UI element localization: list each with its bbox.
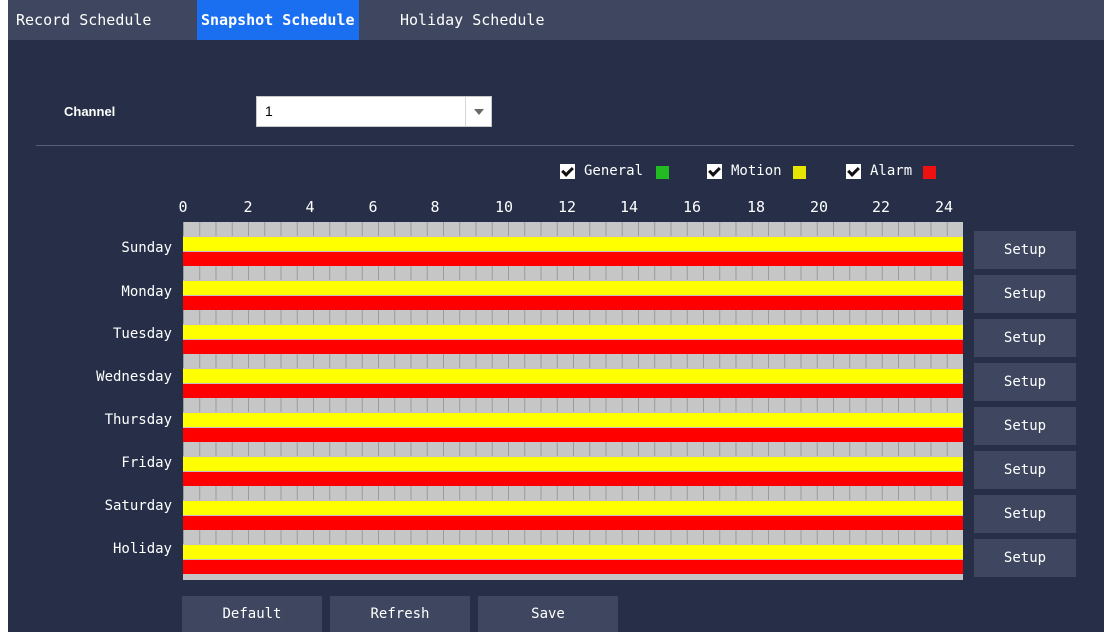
hour-tick: 12 bbox=[557, 198, 577, 216]
channel-value: 1 bbox=[265, 103, 273, 119]
motion-label: Motion bbox=[731, 163, 782, 179]
setup-button-tuesday[interactable]: Setup bbox=[974, 319, 1076, 357]
timeline-row-holiday[interactable] bbox=[183, 530, 963, 574]
motion-timeline[interactable] bbox=[183, 457, 963, 471]
timeline-row-wednesday[interactable] bbox=[183, 354, 963, 398]
hour-tick: 0 bbox=[178, 198, 188, 216]
channel-label: Channel bbox=[64, 104, 116, 119]
motion-timeline[interactable] bbox=[183, 281, 963, 295]
hour-tick: 22 bbox=[871, 198, 891, 216]
hour-tick: 18 bbox=[746, 198, 766, 216]
alarm-timeline[interactable] bbox=[183, 560, 963, 574]
motion-timeline[interactable] bbox=[183, 369, 963, 383]
motion-timeline[interactable] bbox=[183, 325, 963, 339]
channel-select[interactable]: 1 bbox=[256, 96, 492, 127]
tab-bar: Record Schedule Snapshot Schedule Holida… bbox=[8, 0, 1104, 40]
hour-tick: 16 bbox=[682, 198, 702, 216]
day-label-monday: Monday bbox=[121, 284, 172, 300]
motion-timeline[interactable] bbox=[183, 545, 963, 559]
day-label-saturday: Saturday bbox=[104, 498, 172, 514]
hour-tick: 20 bbox=[809, 198, 829, 216]
tab-snapshot-schedule[interactable]: Snapshot Schedule bbox=[197, 0, 359, 40]
alarm-timeline[interactable] bbox=[183, 252, 963, 266]
hour-tick: 24 bbox=[934, 198, 954, 216]
general-timeline[interactable] bbox=[183, 530, 963, 544]
alarm-color-swatch bbox=[923, 166, 936, 179]
schedule-panel: Record Schedule Snapshot Schedule Holida… bbox=[8, 0, 1104, 632]
day-label-holiday: Holiday bbox=[112, 541, 172, 557]
alarm-timeline[interactable] bbox=[183, 340, 963, 354]
setup-button-friday[interactable]: Setup bbox=[974, 451, 1076, 489]
motion-checkbox[interactable] bbox=[707, 164, 722, 179]
motion-timeline[interactable] bbox=[183, 237, 963, 251]
hour-tick: 14 bbox=[619, 198, 639, 216]
general-timeline[interactable] bbox=[183, 222, 963, 236]
day-label-sunday: Sunday bbox=[121, 240, 172, 256]
timeline-row-tuesday[interactable] bbox=[183, 310, 963, 354]
alarm-label: Alarm bbox=[870, 163, 913, 179]
tab-holiday-schedule[interactable]: Holiday Schedule bbox=[400, 0, 545, 40]
general-checkbox[interactable] bbox=[560, 164, 575, 179]
alarm-timeline[interactable] bbox=[183, 472, 963, 486]
timeline-row-friday[interactable] bbox=[183, 442, 963, 486]
motion-timeline[interactable] bbox=[183, 413, 963, 427]
general-timeline[interactable] bbox=[183, 486, 963, 500]
refresh-button[interactable]: Refresh bbox=[330, 596, 470, 632]
setup-button-sunday[interactable]: Setup bbox=[974, 231, 1076, 269]
chevron-down-icon[interactable] bbox=[465, 97, 491, 126]
setup-button-wednesday[interactable]: Setup bbox=[974, 363, 1076, 401]
general-timeline[interactable] bbox=[183, 354, 963, 368]
general-timeline[interactable] bbox=[183, 266, 963, 280]
alarm-timeline[interactable] bbox=[183, 516, 963, 530]
default-button[interactable]: Default bbox=[182, 596, 322, 632]
setup-button-holiday[interactable]: Setup bbox=[974, 539, 1076, 577]
day-label-thursday: Thursday bbox=[104, 412, 172, 428]
timeline-row-sunday[interactable] bbox=[183, 222, 963, 266]
setup-button-saturday[interactable]: Setup bbox=[974, 495, 1076, 533]
motion-timeline[interactable] bbox=[183, 501, 963, 515]
motion-color-swatch bbox=[793, 166, 806, 179]
general-label: General bbox=[584, 163, 644, 179]
tab-record-schedule[interactable]: Record Schedule bbox=[16, 0, 151, 40]
hour-tick: 6 bbox=[368, 198, 378, 216]
timeline-row-thursday[interactable] bbox=[183, 398, 963, 442]
day-label-tuesday: Tuesday bbox=[112, 326, 172, 342]
timeline-row-monday[interactable] bbox=[183, 266, 963, 310]
general-timeline[interactable] bbox=[183, 442, 963, 456]
general-timeline[interactable] bbox=[183, 398, 963, 412]
divider bbox=[36, 145, 1074, 146]
day-label-wednesday: Wednesday bbox=[96, 369, 172, 385]
schedule-timeline[interactable] bbox=[183, 222, 963, 580]
hour-tick: 8 bbox=[430, 198, 440, 216]
setup-button-thursday[interactable]: Setup bbox=[974, 407, 1076, 445]
alarm-timeline[interactable] bbox=[183, 296, 963, 310]
hour-tick: 4 bbox=[305, 198, 315, 216]
alarm-timeline[interactable] bbox=[183, 384, 963, 398]
hour-tick: 10 bbox=[494, 198, 514, 216]
alarm-checkbox[interactable] bbox=[846, 164, 861, 179]
day-label-friday: Friday bbox=[121, 455, 172, 471]
general-color-swatch bbox=[656, 166, 669, 179]
hour-tick: 2 bbox=[243, 198, 253, 216]
setup-button-monday[interactable]: Setup bbox=[974, 275, 1076, 313]
alarm-timeline[interactable] bbox=[183, 428, 963, 442]
timeline-row-saturday[interactable] bbox=[183, 486, 963, 530]
save-button[interactable]: Save bbox=[478, 596, 618, 632]
general-timeline[interactable] bbox=[183, 310, 963, 324]
